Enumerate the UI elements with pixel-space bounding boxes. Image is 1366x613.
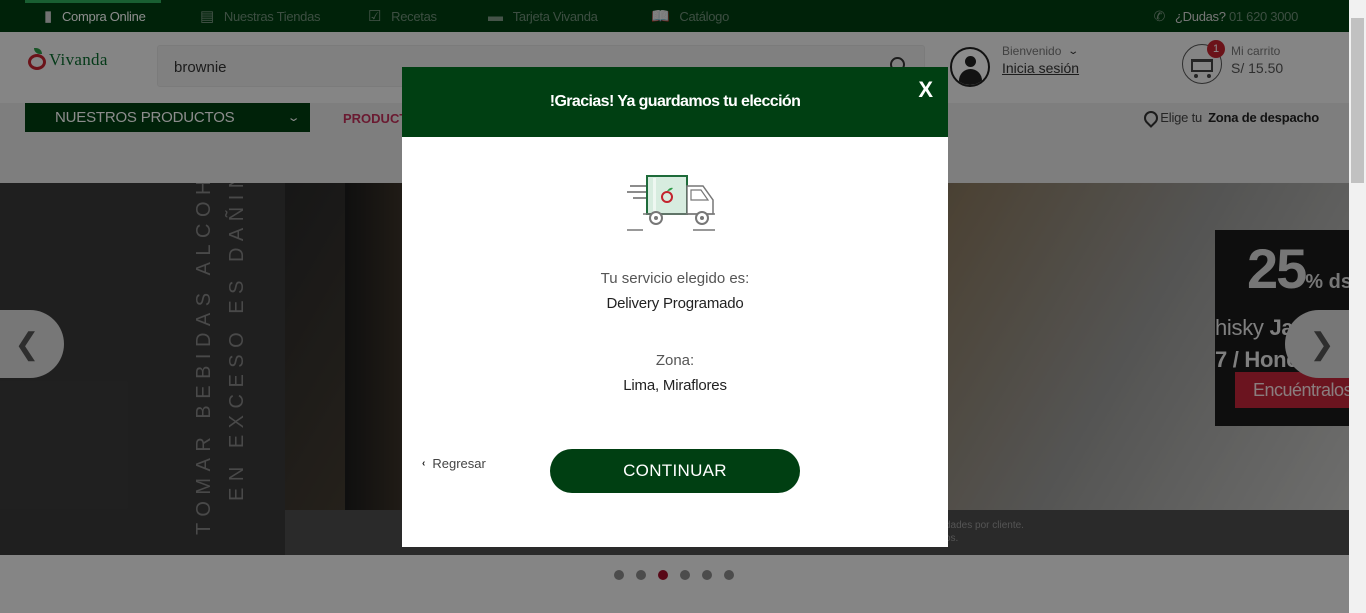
service-label: Tu servicio elegido es:	[600, 270, 750, 287]
scrollbar-thumb[interactable]	[1351, 18, 1364, 183]
back-button[interactable]: ‹ Regresar	[422, 456, 486, 471]
page-scrollbar[interactable]	[1349, 0, 1366, 613]
chevron-left-icon: ‹	[422, 458, 426, 469]
continue-button[interactable]: CONTINUAR	[550, 449, 800, 493]
zone-label: Zona:	[655, 352, 695, 369]
back-label: Regresar	[432, 456, 486, 471]
modal-title: !Gracias! Ya guardamos tu elección	[549, 93, 801, 110]
confirmation-modal: !Gracias! Ya guardamos tu elección X Tu …	[402, 67, 948, 547]
close-icon[interactable]: X	[918, 77, 933, 103]
zone-value: Lima, Miraflores	[623, 377, 727, 394]
modal-header: !Gracias! Ya guardamos tu elección X	[402, 67, 948, 137]
delivery-truck-icon	[627, 175, 715, 231]
service-value: Delivery Programado	[606, 295, 744, 312]
